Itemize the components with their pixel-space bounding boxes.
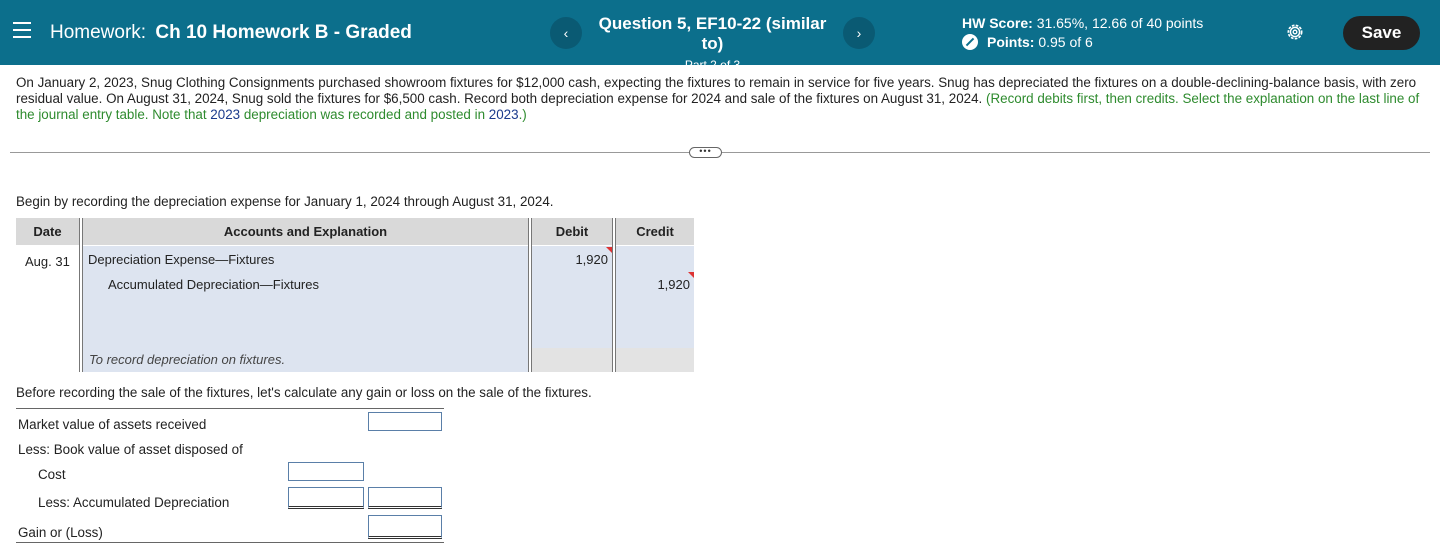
previous-question-button[interactable]: ‹ <box>550 17 582 49</box>
error-flag-icon <box>606 247 612 253</box>
market-value-input[interactable] <box>368 412 442 431</box>
save-button[interactable]: Save <box>1343 16 1420 50</box>
calc-top-rule <box>16 408 444 409</box>
homework-title: Homework: Ch 10 Homework B - Graded <box>50 22 412 44</box>
question-part: Part 2 of 3 <box>684 58 741 72</box>
question-info: Question 5, EF10-22 (similar to) Part 2 … <box>590 14 835 72</box>
credit-amount-input[interactable]: 1,920 <box>657 277 694 292</box>
hw-score-label: HW Score: <box>962 15 1033 31</box>
hw-score-value: 31.65%, 12.66 of 40 points <box>1036 15 1204 31</box>
next-question-button[interactable]: › <box>843 17 875 49</box>
debit-account-select[interactable]: Depreciation Expense—Fixtures <box>88 252 274 267</box>
instruction-year-b: 2023 <box>488 107 519 122</box>
credit-column: 1,920 <box>616 218 694 372</box>
homework-name: Ch 10 Homework B - Graded <box>155 22 412 43</box>
instruction-year-a: 2023 <box>210 107 241 122</box>
header-accounts: Accounts and Explanation <box>83 218 528 245</box>
points-label: Points: <box>987 34 1035 50</box>
entry-date: Aug. 31 <box>25 254 70 269</box>
begin-instruction: Begin by recording the depreciation expe… <box>16 194 554 209</box>
calc-bottom-rule <box>16 542 444 543</box>
credit-account-select[interactable]: Accumulated Depreciation—Fixtures <box>108 277 319 292</box>
book-value-label: Less: Book value of asset disposed of <box>18 442 243 457</box>
instruction-part-c: .) <box>518 107 527 122</box>
expand-more-button[interactable]: ••• <box>689 147 722 158</box>
accumulated-depreciation-label: Less: Accumulated Depreciation <box>38 495 230 510</box>
points-icon <box>962 34 978 50</box>
market-value-label: Market value of assets received <box>18 417 207 432</box>
question-title: Question 5, EF10-22 (similar to) <box>598 14 827 53</box>
entry-explanation-select[interactable]: To record depreciation on fixtures. <box>89 352 285 367</box>
gear-icon[interactable] <box>1285 22 1305 42</box>
header-date: Date <box>16 218 79 245</box>
error-flag-icon <box>688 272 694 278</box>
instruction-part-b: depreciation was recorded and posted in <box>243 107 486 122</box>
accumulated-depreciation-input[interactable] <box>288 487 364 509</box>
book-value-input[interactable] <box>368 487 442 509</box>
top-header: Homework: Ch 10 Homework B - Graded ‹ Qu… <box>0 0 1440 72</box>
column-separator <box>79 218 83 372</box>
debit-column: 1,920 <box>532 218 612 372</box>
problem-statement: On January 2, 2023, Snug Clothing Consig… <box>16 75 1421 123</box>
menu-icon[interactable] <box>13 22 31 40</box>
journal-entry-table: Date Accounts and Explanation Debit Cred… <box>16 218 694 372</box>
homework-label: Homework: <box>50 22 147 43</box>
points-value: 0.95 of 6 <box>1038 34 1093 50</box>
debit-amount-input[interactable]: 1,920 <box>575 252 612 267</box>
gain-loss-label: Gain or (Loss) <box>18 525 103 540</box>
gain-loss-input[interactable] <box>368 515 442 539</box>
score-panel: HW Score: 31.65%, 12.66 of 40 points Poi… <box>962 15 1203 50</box>
before-instruction: Before recording the sale of the fixture… <box>16 385 592 400</box>
cost-input[interactable] <box>288 462 364 481</box>
cost-label: Cost <box>38 467 66 482</box>
